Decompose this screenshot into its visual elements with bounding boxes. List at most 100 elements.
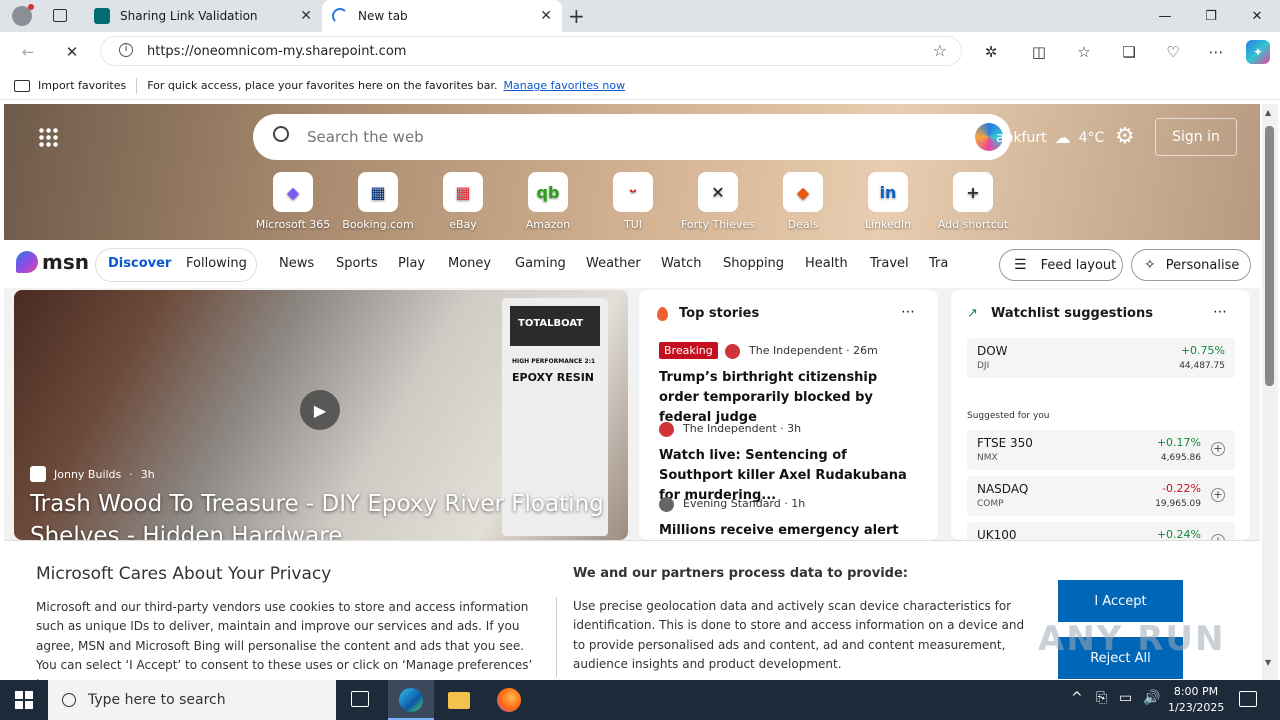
nav-weather[interactable]: Weather xyxy=(586,256,641,271)
restore-icon[interactable]: ❐ xyxy=(1188,0,1234,32)
shortcut-microsoft-365[interactable]: ◆ Microsoft 365 xyxy=(251,172,335,231)
copilot-icon[interactable]: ✦ xyxy=(1246,40,1270,64)
firefox-icon[interactable] xyxy=(497,688,521,712)
ticker-sub: COMP xyxy=(977,499,1004,509)
window-close-icon[interactable]: ✕ xyxy=(1234,0,1280,32)
msn-logo[interactable]: msn xyxy=(16,250,89,274)
more-menu-icon[interactable]: ⋯ xyxy=(1204,40,1228,64)
tab-new-tab[interactable]: New tab ✕ xyxy=(322,0,562,32)
breaking-badge: Breaking xyxy=(659,342,718,359)
feed-layout-button[interactable]: ☰ Feed layout xyxy=(999,249,1123,281)
nav-watch[interactable]: Watch xyxy=(661,256,701,271)
shortcut-linkedin[interactable]: in LinkedIn xyxy=(846,172,930,231)
import-favorites-icon[interactable] xyxy=(14,79,30,92)
site-info-icon[interactable]: i xyxy=(119,43,133,57)
nav-play[interactable]: Play xyxy=(398,256,425,271)
personalise-button[interactable]: ✧ Personalise xyxy=(1131,249,1251,281)
nav-news[interactable]: News xyxy=(279,256,314,271)
story-headline[interactable]: Trump’s birthright citizenship order tem… xyxy=(659,368,917,428)
address-bar[interactable]: i https://oneomnicom-my.sharepoint.com ☆ xyxy=(100,36,962,66)
split-screen-icon[interactable]: ◫ xyxy=(1027,40,1051,64)
add-to-watchlist-icon[interactable]: + xyxy=(1211,488,1225,502)
tray-chevron-icon[interactable]: ^ xyxy=(1071,690,1083,706)
back-icon[interactable]: ← xyxy=(16,40,40,64)
article-title[interactable]: Trash Wood To Treasure - DIY Epoxy River… xyxy=(30,488,610,540)
shortcut-icon: + xyxy=(953,172,993,212)
watchlist-row[interactable]: FTSE 350 NMX +0.17% 4,695.86 + xyxy=(967,430,1235,470)
task-view-icon[interactable] xyxy=(351,691,369,707)
shortcut-label: eBay xyxy=(449,218,477,231)
favorites-bar: Import favorites For quick access, place… xyxy=(0,72,1280,100)
nav-shopping[interactable]: Shopping xyxy=(723,256,784,271)
shortcut-label: Forty Thieves xyxy=(680,218,756,231)
shortcut-add-shortcut[interactable]: + Add shortcut xyxy=(931,172,1015,231)
close-tab-icon[interactable]: ✕ xyxy=(540,8,552,24)
shortcut-tui[interactable]: ᵕ TUI xyxy=(591,172,675,231)
shortcut-deals[interactable]: ◆ Deals xyxy=(761,172,845,231)
search-box[interactable] xyxy=(253,114,1011,160)
ticker-change: +0.17% xyxy=(1156,436,1201,449)
tray-app-icon[interactable]: ⎘ xyxy=(1096,690,1107,706)
reload-icon[interactable]: ✕ xyxy=(60,40,84,64)
scroll-down-icon[interactable]: ▼ xyxy=(1265,658,1271,667)
network-icon[interactable]: ▭ xyxy=(1119,690,1132,706)
shortcut-label: TUI xyxy=(623,218,642,231)
ticker-sub: NMX xyxy=(977,453,998,463)
nav-gaming[interactable]: Gaming xyxy=(515,256,566,271)
weather-widget[interactable]: ankfurt ☁ 4°C xyxy=(990,128,1104,147)
scrollbar[interactable]: ▲ ▼ xyxy=(1262,104,1278,680)
play-button[interactable]: ▶ xyxy=(300,390,340,430)
nav-money[interactable]: Money xyxy=(448,256,491,271)
close-tab-icon[interactable]: ✕ xyxy=(300,8,312,24)
add-to-watchlist-icon[interactable]: + xyxy=(1211,442,1225,456)
accept-button[interactable]: I Accept xyxy=(1058,580,1183,622)
extensions-icon[interactable]: ✲ xyxy=(979,40,1003,64)
watchlist-title: Watchlist suggestions xyxy=(991,306,1153,321)
apps-launcher-icon[interactable] xyxy=(38,127,58,147)
collections-icon[interactable]: ❏ xyxy=(1117,40,1141,64)
watchlist-row[interactable]: NASDAQ COMP -0.22% 19,965.09 + xyxy=(967,476,1235,516)
favorites-icon[interactable]: ☆ xyxy=(1072,40,1096,64)
ticker-sub: DJI xyxy=(977,361,990,371)
settings-icon[interactable]: ⚙ xyxy=(1115,124,1135,149)
shortcut-forty-thieves[interactable]: ✕ Forty Thieves xyxy=(676,172,760,231)
new-tab-icon[interactable]: + xyxy=(568,4,585,28)
featured-article[interactable]: TOTALBOAT HIGH PERFORMANCE 2:1 EPOXY RES… xyxy=(14,290,628,540)
edge-taskbar-icon[interactable] xyxy=(388,680,434,720)
more-options-icon[interactable]: ⋯ xyxy=(1213,304,1227,320)
taskbar-search[interactable]: Type here to search xyxy=(48,680,336,720)
search-input[interactable] xyxy=(307,124,907,150)
accept-label: I Accept xyxy=(1094,593,1147,609)
tab-discover[interactable]: Discover xyxy=(108,256,171,271)
shortcut-amazon[interactable]: qb Amazon xyxy=(506,172,590,231)
tab-following[interactable]: Following xyxy=(186,256,247,271)
notifications-icon[interactable] xyxy=(1239,691,1257,707)
favorites-divider xyxy=(136,77,138,94)
nav-sports[interactable]: Sports xyxy=(336,256,378,271)
manage-favorites-link[interactable]: Manage favorites now xyxy=(503,79,625,92)
sign-in-button[interactable]: Sign in xyxy=(1155,118,1237,156)
privacy-subtitle: We and our partners process data to prov… xyxy=(573,566,908,581)
clock[interactable]: 8:00 PM 1/23/2025 xyxy=(1168,684,1224,716)
favorite-star-icon[interactable]: ☆ xyxy=(933,41,947,60)
minimize-icon[interactable]: — xyxy=(1142,0,1188,32)
more-options-icon[interactable]: ⋯ xyxy=(901,304,915,320)
windows-start-icon[interactable] xyxy=(15,691,33,709)
volume-icon[interactable]: 🔊 xyxy=(1143,690,1160,706)
nav-tra[interactable]: Tra xyxy=(929,256,948,271)
import-favorites-link[interactable]: Import favorites xyxy=(38,79,126,92)
ticker-value: 44,487.75 xyxy=(1179,361,1225,371)
nav-travel[interactable]: Travel xyxy=(870,256,909,271)
shortcut-booking-com[interactable]: ▦ Booking.com xyxy=(336,172,420,231)
tab-actions-icon[interactable] xyxy=(53,9,67,22)
scroll-up-icon[interactable]: ▲ xyxy=(1265,108,1271,117)
tab-sharing-link-validation[interactable]: Sharing Link Validation ✕ xyxy=(84,0,322,32)
browser-essentials-icon[interactable]: ♡ xyxy=(1161,40,1185,64)
watchlist-row[interactable]: DOW DJI +0.75% 44,487.75 xyxy=(967,338,1235,378)
nav-health[interactable]: Health xyxy=(805,256,848,271)
story-source: Evening Standard · 1h xyxy=(683,497,806,510)
shortcut-ebay[interactable]: ▦ eBay xyxy=(421,172,505,231)
file-explorer-icon[interactable] xyxy=(448,692,470,709)
edge-logo xyxy=(399,688,423,712)
scroll-thumb[interactable] xyxy=(1265,126,1274,386)
